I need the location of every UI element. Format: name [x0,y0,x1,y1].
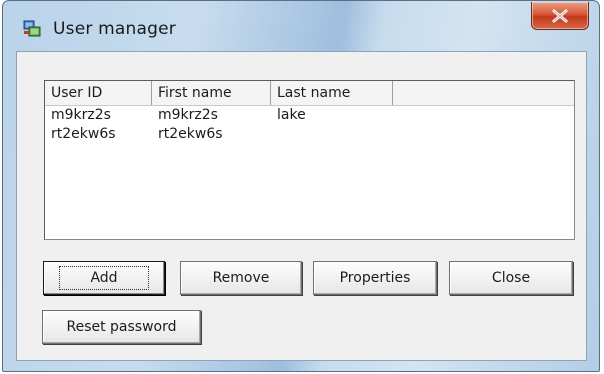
cell-first-name: rt2ekw6s [158,126,223,142]
user-manager-window: User manager User ID First name Last nam… [2,0,600,372]
title-bar[interactable]: User manager [3,1,599,49]
close-x-icon [552,9,568,22]
properties-button[interactable]: Properties [313,261,437,295]
user-list-header: User ID First name Last name [45,81,574,106]
close-button[interactable]: Close [449,261,573,295]
window-title: User manager [53,19,176,39]
window-close-button[interactable] [531,2,589,30]
user-list-body: m9krz2s m9krz2s lake rt2ekw6s rt2ekw6s [45,106,574,144]
column-header-empty[interactable] [393,81,573,105]
cell-user-id: m9krz2s [51,107,111,123]
table-row[interactable]: rt2ekw6s rt2ekw6s [45,125,574,144]
cell-last-name [271,125,393,144]
add-button-label: Add [59,266,149,290]
user-list[interactable]: User ID First name Last name m9krz2s m9k… [44,80,575,240]
column-header-user-id[interactable]: User ID [45,81,152,105]
column-header-first-name[interactable]: First name [152,81,271,105]
remove-button[interactable]: Remove [180,261,302,295]
cell-user-id: rt2ekw6s [51,126,116,142]
table-row[interactable]: m9krz2s m9krz2s lake [45,106,574,125]
cell-last-name: lake [277,107,306,123]
cell-first-name: m9krz2s [158,107,218,123]
user-manager-app-icon [23,20,41,37]
dialog-client-area: User ID First name Last name m9krz2s m9k… [16,51,587,361]
add-button[interactable]: Add [43,261,165,295]
column-header-last-name[interactable]: Last name [271,81,393,105]
reset-password-button[interactable]: Reset password [42,310,201,344]
